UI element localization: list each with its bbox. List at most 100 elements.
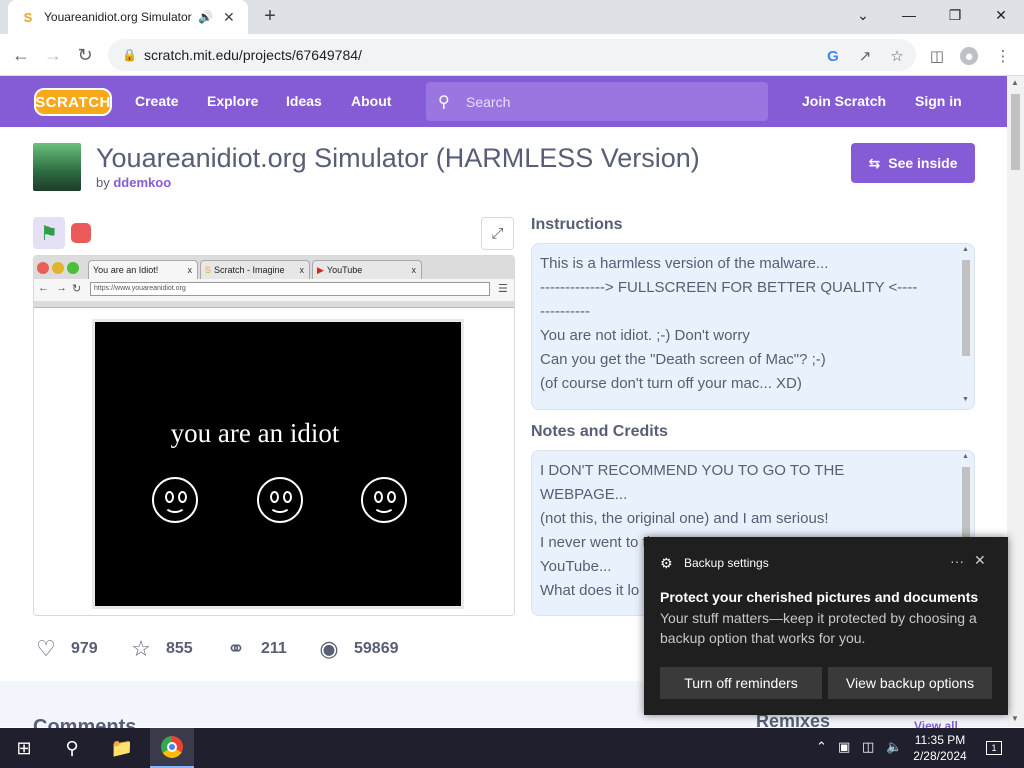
taskbar-clock[interactable]: 11:35 PM 2/28/2024 <box>912 732 968 764</box>
tray-chevron-icon[interactable]: ⌃ <box>816 739 827 755</box>
share-icon[interactable]: ↗ <box>856 47 874 65</box>
volume-icon[interactable]: 🔈 <box>886 739 902 755</box>
nav-create[interactable]: Create <box>135 93 179 109</box>
fake-zoom-dot <box>67 262 79 274</box>
windows-taskbar: ⊞ ⚲ 📁 ⌃ ▣ ◫ 🔈 11:35 PM 2/28/2024 1 <box>0 728 1024 768</box>
nav-about[interactable]: About <box>351 93 391 109</box>
eye-icon: ◉ <box>319 636 339 661</box>
notes-line: (not this, the original one) and I am se… <box>540 510 829 527</box>
join-scratch-link[interactable]: Join Scratch <box>802 93 886 109</box>
remix-spiral-icon: ⚭ <box>226 636 246 661</box>
scratch-logo[interactable]: SCRATCH <box>34 88 112 116</box>
instructions-line: This is a harmless version of the malwar… <box>540 255 829 272</box>
clock-time: 11:35 PM <box>914 733 966 747</box>
minimize-button[interactable]: — <box>886 0 932 30</box>
scroll-up-icon[interactable]: ▲ <box>962 453 969 460</box>
windows-start-icon[interactable]: ⊞ <box>8 728 40 768</box>
instructions-scroll-thumb[interactable] <box>962 260 970 356</box>
address-bar[interactable]: 🔒 scratch.mit.edu/projects/67649784/ <box>108 39 916 71</box>
browser-toolbar: ← → ↻ 🔒 scratch.mit.edu/projects/6764978… <box>0 34 1024 76</box>
nav-explore[interactable]: Explore <box>207 93 258 109</box>
search-input[interactable]: ⚲ Search <box>426 82 768 121</box>
forward-arrow-icon[interactable]: → <box>40 42 66 68</box>
fake-reload-icon: ↻ <box>72 283 82 295</box>
see-inside-button[interactable]: ⇆ See inside <box>851 143 975 183</box>
fake-tab-close-icon: x <box>411 265 417 275</box>
turn-off-reminders-button[interactable]: Turn off reminders <box>660 667 822 699</box>
favorites-stat[interactable]: ☆ 855 <box>128 636 193 662</box>
close-tab-icon[interactable]: ✕ <box>223 9 235 26</box>
fake-url-field: https://www.youareanidiot.org <box>90 282 490 296</box>
stage-fake-browser: You are an Idiot! x S Scratch - Imagine … <box>34 256 514 308</box>
author-avatar[interactable] <box>33 143 81 191</box>
back-arrow-icon[interactable]: ← <box>8 42 34 68</box>
green-flag-button[interactable]: ⚑ <box>33 217 65 249</box>
scratch-navbar: SCRATCH Create Explore Ideas About ⚲ Sea… <box>0 76 1007 127</box>
views-stat: ◉ 59869 <box>316 636 398 662</box>
new-tab-button[interactable]: + <box>258 4 282 28</box>
instructions-box[interactable]: This is a harmless version of the malwar… <box>531 243 975 410</box>
browser-tab-active[interactable]: S Youareanidiot.org Simulator 🔊 ✕ <box>8 0 248 34</box>
fake-url-row: ← → ↻ https://www.youareanidiot.org ☰ <box>34 279 514 301</box>
fake-close-dot <box>37 262 49 274</box>
loves-count: 979 <box>71 640 98 657</box>
notif-count: 1 <box>986 741 1002 755</box>
file-explorer-icon[interactable]: 📁 <box>106 728 138 768</box>
star-icon[interactable]: ☆ <box>128 636 154 662</box>
fake-tab-scratch: S Scratch - Imagine x <box>200 260 310 279</box>
tray-app-icon[interactable]: ▣ <box>838 739 850 755</box>
tab-title: Youareanidiot.org Simulator <box>44 10 192 24</box>
network-icon[interactable]: ◫ <box>862 739 874 755</box>
bookmark-star-icon[interactable]: ☆ <box>888 47 906 65</box>
notes-heading: Notes and Credits <box>531 423 668 440</box>
toast-close-icon[interactable]: ✕ <box>974 552 986 569</box>
lock-icon[interactable]: 🔒 <box>122 48 137 62</box>
nav-ideas[interactable]: Ideas <box>286 93 322 109</box>
fake-minimize-dot <box>52 262 64 274</box>
search-icon[interactable]: ⚲ <box>56 728 88 768</box>
stop-button[interactable] <box>71 223 91 243</box>
project-stage[interactable]: You are an Idiot! x S Scratch - Imagine … <box>33 255 515 616</box>
remixes-count: 211 <box>261 640 287 657</box>
toast-more-icon[interactable]: ··· <box>950 553 964 569</box>
remixes-stat: ⚭ 211 <box>223 636 287 662</box>
sign-in-link[interactable]: Sign in <box>915 93 962 109</box>
notes-line: WEBPAGE... <box>540 486 628 503</box>
google-icon[interactable]: G <box>824 47 842 65</box>
fake-forward-icon: → <box>56 282 67 294</box>
scrollbar-thumb[interactable] <box>1011 94 1020 170</box>
instructions-line: (of course don't turn off your mac... XD… <box>540 375 802 392</box>
side-panel-icon[interactable]: ◫ <box>928 47 946 65</box>
instructions-line: -------------> FULLSCREEN FOR BETTER QUA… <box>540 279 918 296</box>
scroll-down-icon[interactable]: ▼ <box>1011 714 1019 723</box>
speaker-icon[interactable]: 🔊 <box>198 10 213 24</box>
notification-center-icon[interactable]: 1 <box>984 738 1004 758</box>
close-window-button[interactable]: ✕ <box>978 0 1024 30</box>
scroll-down-icon[interactable]: ▼ <box>962 396 969 403</box>
fake-tab-label: You are an Idiot! <box>93 265 159 275</box>
menu-dots-icon[interactable]: ⋮ <box>994 47 1012 65</box>
profile-avatar-icon[interactable]: ● <box>960 47 978 65</box>
scroll-up-icon[interactable]: ▲ <box>962 246 969 253</box>
chrome-taskbar-icon[interactable] <box>150 728 194 768</box>
gear-icon: ⚙ <box>660 555 673 571</box>
instructions-line: ---------- <box>540 303 590 320</box>
search-placeholder: Search <box>466 93 511 110</box>
restore-button[interactable]: ❐ <box>932 0 978 30</box>
fake-back-icon: ← <box>38 282 49 294</box>
backup-toast[interactable]: ⚙ Backup settings ··· ✕ Protect your che… <box>644 537 1008 715</box>
reload-icon[interactable]: ↻ <box>72 42 98 68</box>
fake-menu-icon: ☰ <box>498 283 508 295</box>
view-backup-options-button[interactable]: View backup options <box>828 667 992 699</box>
tab-search-chevron-icon[interactable]: ⌄ <box>840 0 886 30</box>
author-link[interactable]: ddemkoo <box>113 175 171 190</box>
instructions-scrollbar[interactable]: ▲ ▼ <box>960 244 972 409</box>
loves-stat[interactable]: ♡ 979 <box>33 636 98 662</box>
notes-scroll-thumb[interactable] <box>962 467 970 547</box>
heart-icon[interactable]: ♡ <box>33 636 59 662</box>
fullscreen-button[interactable]: ⤢ <box>481 217 514 250</box>
fake-tab-label: Scratch - Imagine <box>214 265 285 275</box>
page-scrollbar[interactable]: ▲ ▼ <box>1007 76 1024 727</box>
by-label: by <box>96 175 110 190</box>
scroll-up-icon[interactable]: ▲ <box>1011 78 1019 87</box>
